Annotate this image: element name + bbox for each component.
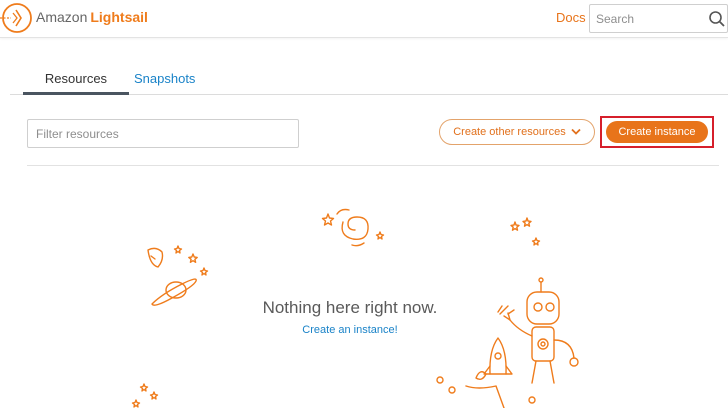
- tab-resources[interactable]: Resources: [23, 66, 129, 95]
- create-instance-button[interactable]: Create instance: [606, 121, 708, 143]
- create-an-instance-link[interactable]: Create an instance!: [200, 324, 500, 336]
- brand-prefix: Amazon: [36, 9, 88, 25]
- star-icon: [131, 383, 159, 408]
- chevron-down-icon: [571, 128, 581, 135]
- top-header: Amazon Lightsail Docs: [0, 0, 728, 38]
- brand-title[interactable]: Amazon Lightsail: [36, 9, 148, 25]
- empty-state-illustration: [131, 208, 579, 408]
- saturn-icon: [151, 278, 197, 306]
- planet-icon: [147, 247, 164, 268]
- tab-snapshots[interactable]: Snapshots: [134, 66, 195, 95]
- empty-state-message: Nothing here right now.: [262, 298, 438, 317]
- section-divider: [27, 165, 719, 166]
- search-input[interactable]: [596, 9, 700, 29]
- rocket-icon: [465, 337, 513, 408]
- brand-name: Lightsail: [90, 9, 148, 25]
- create-other-resources-button[interactable]: Create other resources: [439, 119, 595, 145]
- docs-link[interactable]: Docs: [556, 10, 586, 25]
- star-icon: [510, 217, 541, 246]
- star-icon: [321, 213, 385, 240]
- create-other-label: Create other resources: [453, 126, 566, 138]
- search-box[interactable]: [589, 4, 728, 33]
- filter-resources-input[interactable]: [36, 125, 291, 143]
- lightsail-logo-icon[interactable]: [0, 1, 34, 35]
- create-instance-highlight: Create instance: [600, 116, 714, 148]
- star-icon: [173, 245, 209, 276]
- gear-icon: [436, 376, 536, 404]
- resource-tabs: Resources Snapshots: [10, 66, 728, 95]
- galaxy-icon: [336, 208, 369, 247]
- search-icon[interactable]: [708, 10, 726, 28]
- robot-icon: [497, 277, 579, 384]
- filter-box[interactable]: [27, 119, 299, 148]
